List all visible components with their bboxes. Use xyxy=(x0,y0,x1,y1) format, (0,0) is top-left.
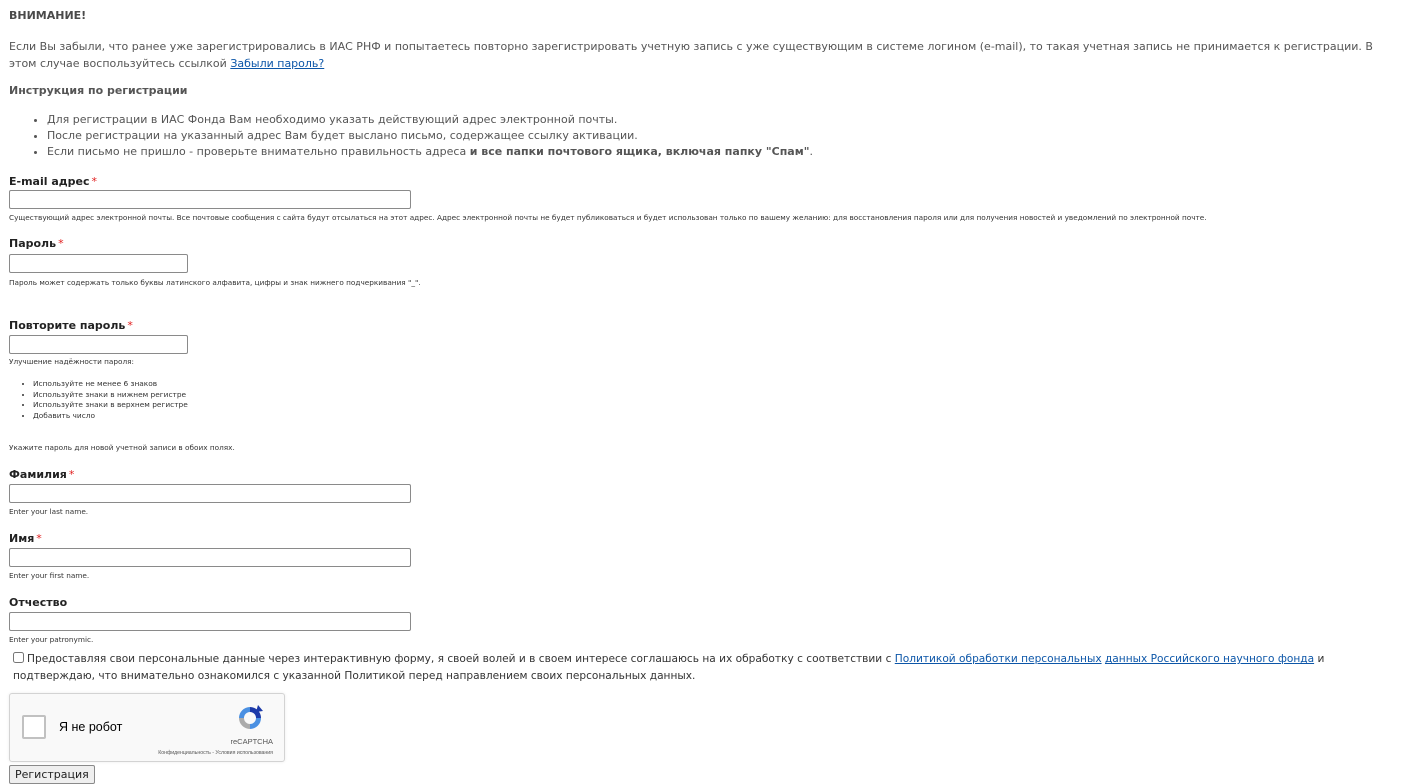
required-mark: * xyxy=(91,175,98,188)
password-tip: Используйте знаки в нижнем регистре xyxy=(33,390,188,401)
patronymic-label: Отчество xyxy=(9,596,68,609)
first-name-label: Имя * xyxy=(9,532,42,545)
required-mark: * xyxy=(58,237,64,250)
instruction-item: Для регистрации в ИАС Фонда Вам необходи… xyxy=(47,112,813,128)
email-description: Существующий адрес электронной почты. Вс… xyxy=(9,213,1207,222)
notice-title: ВНИМАНИЕ! xyxy=(9,9,87,22)
password-strength-title: Улучшение надёжности пароля: xyxy=(9,357,134,366)
last-name-label: Фамилия * xyxy=(9,468,75,481)
privacy-policy-link-2[interactable]: данных Российского научного фонда xyxy=(1105,653,1314,665)
instructions-list: Для регистрации в ИАС Фонда Вам необходи… xyxy=(9,112,813,160)
patronymic-field[interactable] xyxy=(9,612,411,631)
patronymic-description: Enter your patronymic. xyxy=(9,635,94,644)
recaptcha-links[interactable]: Конфиденциальность - Условия использован… xyxy=(158,750,273,756)
instruction-item: После регистрации на указанный адрес Вам… xyxy=(47,128,813,144)
email-label: E-mail адрес * xyxy=(9,175,97,188)
forgot-password-link[interactable]: Забыли пароль? xyxy=(230,57,324,70)
last-name-description: Enter your last name. xyxy=(9,507,89,516)
recaptcha-checkbox[interactable] xyxy=(22,715,46,739)
recaptcha-label: Я не робот xyxy=(59,720,123,734)
last-name-field[interactable] xyxy=(9,484,411,503)
instructions-title: Инструкция по регистрации xyxy=(9,84,188,97)
consent-checkbox[interactable] xyxy=(13,652,24,663)
required-mark: * xyxy=(127,319,133,332)
password-tip: Добавить число xyxy=(33,411,188,422)
password-description: Пароль может содержать только буквы лати… xyxy=(9,278,421,287)
instruction-item: Если письмо не пришло - проверьте внимат… xyxy=(47,144,813,160)
required-mark: * xyxy=(68,468,75,481)
password-confirm-note: Укажите пароль для новой учетной записи … xyxy=(9,443,235,452)
consent-block: Предоставляя свои персональные данные че… xyxy=(13,652,1325,682)
required-mark: * xyxy=(36,532,42,545)
password-field[interactable] xyxy=(9,254,188,273)
notice-text: Если Вы забыли, что ранее уже зарегистри… xyxy=(9,40,1373,70)
register-button[interactable]: Регистрация xyxy=(9,765,95,784)
first-name-description: Enter your first name. xyxy=(9,571,90,580)
privacy-policy-link[interactable]: Политикой обработки персональных xyxy=(895,653,1102,665)
password-tip: Используйте не менее 6 знаков xyxy=(33,379,188,390)
password-label: Пароль * xyxy=(9,237,64,250)
recaptcha-logo-icon xyxy=(239,705,263,729)
recaptcha-widget: Я не робот reCAPTCHA Конфиденциальность … xyxy=(9,693,285,762)
email-field[interactable] xyxy=(9,190,411,209)
password-tips-list: Используйте не менее 6 знаков Используйт… xyxy=(9,379,188,421)
password-confirm-label: Повторите пароль * xyxy=(9,319,133,332)
password-tip: Используйте знаки в верхнем регистре xyxy=(33,400,188,411)
password-confirm-field[interactable] xyxy=(9,335,188,354)
recaptcha-brand: reCAPTCHA xyxy=(230,737,273,746)
first-name-field[interactable] xyxy=(9,548,411,567)
